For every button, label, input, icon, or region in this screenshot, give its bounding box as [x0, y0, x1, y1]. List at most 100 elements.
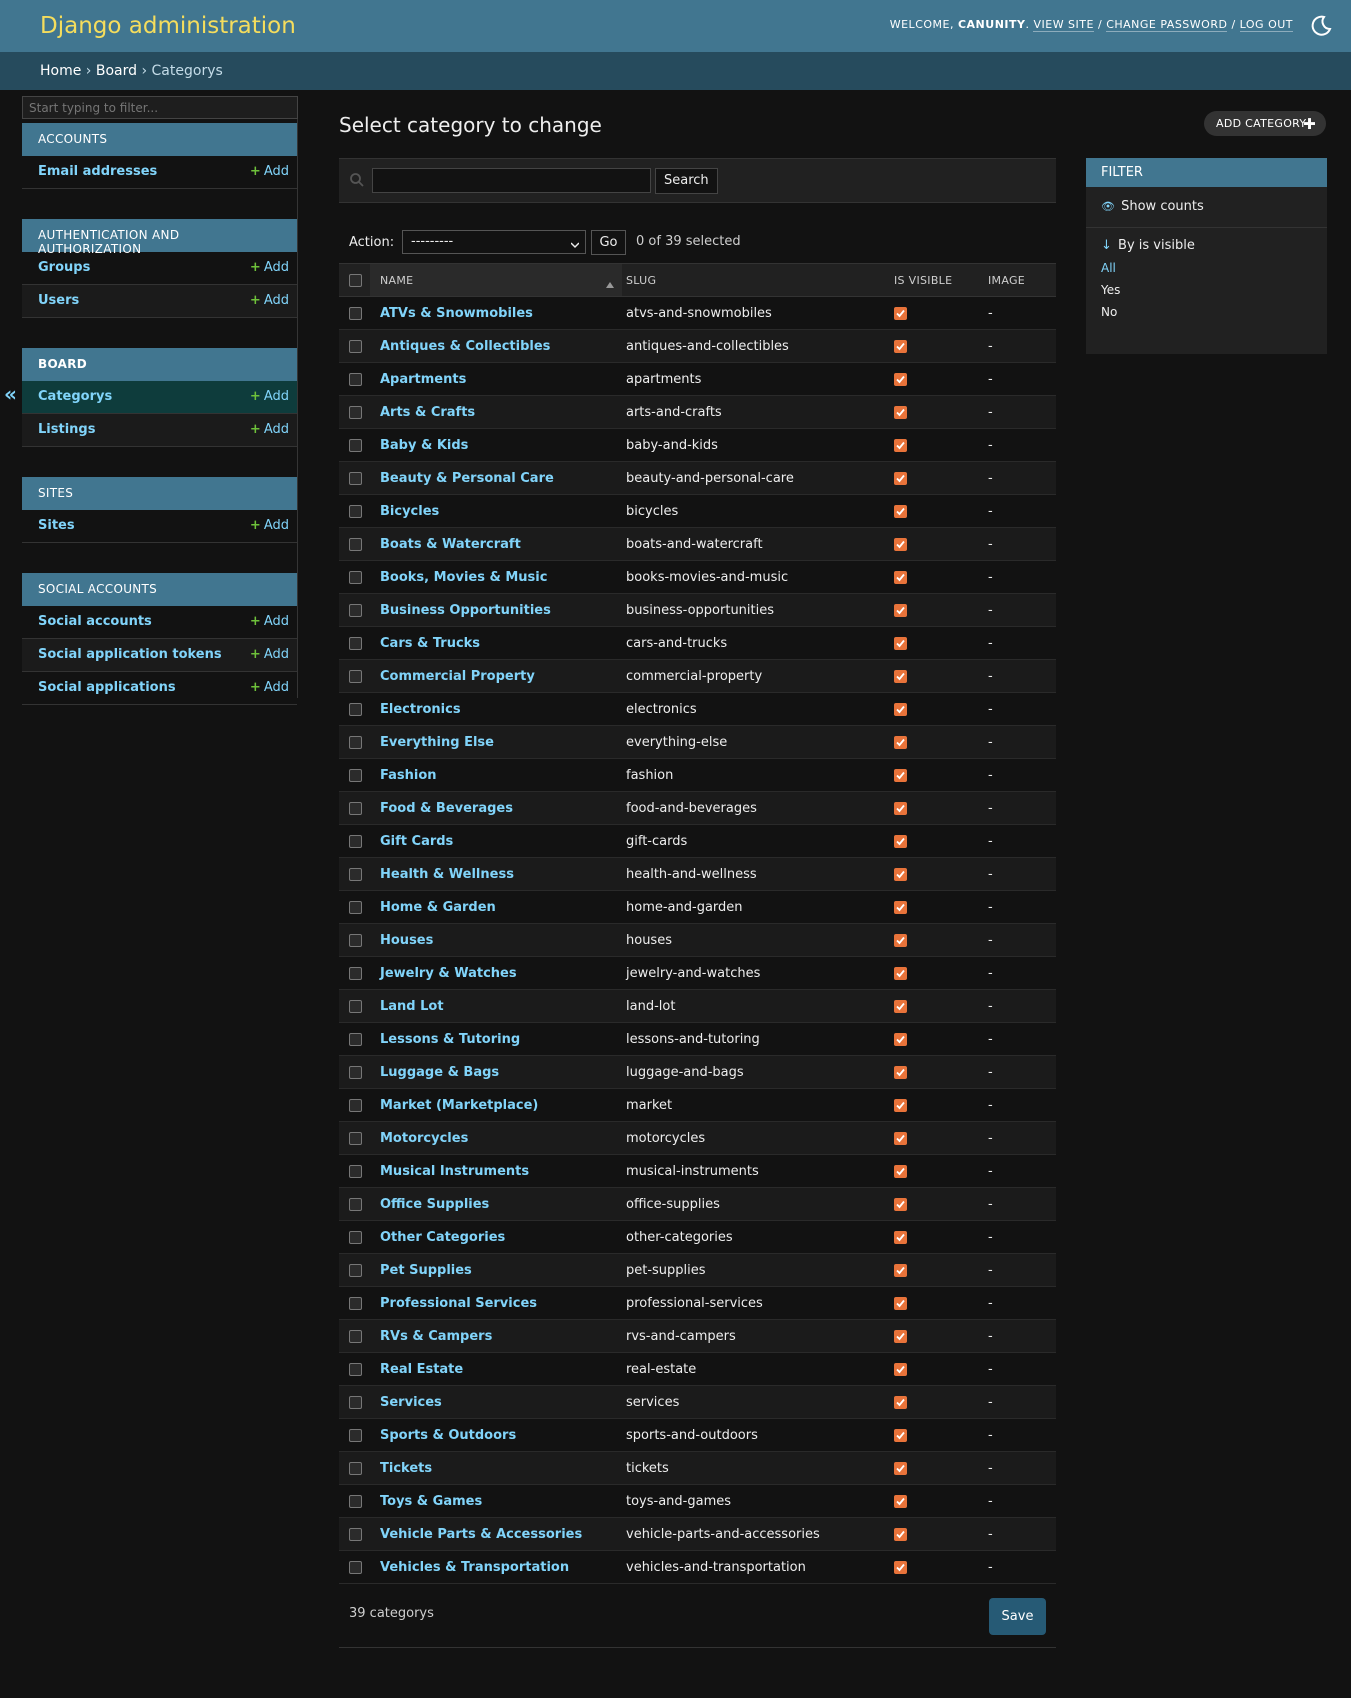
row-checkbox[interactable] [349, 1395, 362, 1409]
is-visible-checkbox[interactable] [894, 999, 907, 1013]
is-visible-checkbox[interactable] [894, 504, 907, 518]
sidebar-item-label[interactable]: Social applications [38, 680, 176, 695]
row-checkbox[interactable] [349, 471, 362, 485]
sidebar-item-label[interactable]: Listings [38, 422, 95, 437]
row-checkbox[interactable] [349, 603, 362, 617]
row-checkbox[interactable] [349, 966, 362, 980]
category-name-link[interactable]: Commercial Property [380, 669, 535, 684]
is-visible-checkbox[interactable] [894, 1428, 907, 1442]
filter-choice-link[interactable]: No [1101, 305, 1117, 319]
add-category-sidebar-button[interactable]: + Add [250, 389, 289, 404]
row-checkbox[interactable] [349, 1329, 362, 1343]
row-checkbox[interactable] [349, 1362, 362, 1376]
row-checkbox[interactable] [349, 900, 362, 914]
save-button[interactable]: Save [989, 1598, 1046, 1635]
category-name-link[interactable]: Pet Supplies [380, 1263, 472, 1278]
category-name-link[interactable]: Houses [380, 933, 433, 948]
row-checkbox[interactable] [349, 867, 362, 881]
row-checkbox[interactable] [349, 1461, 362, 1475]
is-visible-checkbox[interactable] [894, 339, 907, 353]
column-header-is-visible[interactable]: Is visible [884, 263, 981, 297]
row-checkbox[interactable] [349, 669, 362, 683]
app-caption-auth[interactable]: Authentication and Authorization [22, 219, 297, 256]
is-visible-checkbox[interactable] [894, 1032, 907, 1046]
is-visible-checkbox[interactable] [894, 834, 907, 848]
sidebar-item-label[interactable]: Social application tokens [38, 647, 222, 662]
is-visible-checkbox[interactable] [894, 735, 907, 749]
show-counts-link[interactable]: 👁 Show counts [1086, 187, 1327, 228]
category-name-link[interactable]: Health & Wellness [380, 867, 514, 882]
category-name-link[interactable]: Arts & Crafts [380, 405, 475, 420]
category-name-link[interactable]: Everything Else [380, 735, 494, 750]
is-visible-checkbox[interactable] [894, 1560, 907, 1574]
breadcrumb-board[interactable]: Board [96, 63, 137, 79]
row-checkbox[interactable] [349, 1230, 362, 1244]
category-name-link[interactable]: Baby & Kids [380, 438, 468, 453]
is-visible-checkbox[interactable] [894, 1527, 907, 1541]
row-checkbox[interactable] [349, 1494, 362, 1508]
row-checkbox[interactable] [349, 1263, 362, 1277]
row-checkbox[interactable] [349, 1065, 362, 1079]
category-name-link[interactable]: Apartments [380, 372, 466, 387]
is-visible-checkbox[interactable] [894, 1131, 907, 1145]
category-name-link[interactable]: Musical Instruments [380, 1164, 529, 1179]
add-site-button[interactable]: + Add [250, 518, 289, 533]
row-checkbox[interactable] [349, 306, 362, 320]
is-visible-checkbox[interactable] [894, 1098, 907, 1112]
site-name[interactable]: Django administration [40, 13, 296, 39]
is-visible-checkbox[interactable] [894, 1263, 907, 1277]
sidebar-collapse-icon[interactable]: « [4, 382, 17, 406]
row-checkbox[interactable] [349, 768, 362, 782]
row-checkbox[interactable] [349, 504, 362, 518]
row-checkbox[interactable] [349, 801, 362, 815]
category-name-link[interactable]: Business Opportunities [380, 603, 551, 618]
column-header-slug[interactable]: Slug [622, 263, 884, 297]
row-checkbox[interactable] [349, 438, 362, 452]
is-visible-checkbox[interactable] [894, 1164, 907, 1178]
app-caption-social[interactable]: Social Accounts [22, 573, 297, 606]
is-visible-checkbox[interactable] [894, 867, 907, 881]
category-name-link[interactable]: Fashion [380, 768, 437, 783]
is-visible-checkbox[interactable] [894, 471, 907, 485]
filter-choice-link[interactable]: All [1101, 261, 1116, 275]
category-name-link[interactable]: Sports & Outdoors [380, 1428, 516, 1443]
row-checkbox[interactable] [349, 1560, 362, 1574]
sort-ascending-icon[interactable] [606, 278, 614, 288]
row-checkbox[interactable] [349, 1527, 362, 1541]
sidebar-item-label[interactable]: Groups [38, 260, 90, 275]
row-checkbox[interactable] [349, 933, 362, 947]
row-checkbox[interactable] [349, 1164, 362, 1178]
filter-choice-link[interactable]: Yes [1101, 283, 1120, 297]
category-name-link[interactable]: Electronics [380, 702, 461, 717]
category-name-link[interactable]: Luggage & Bags [380, 1065, 499, 1080]
category-name-link[interactable]: Home & Garden [380, 900, 496, 915]
add-category-button[interactable]: Add category ✚ [1204, 111, 1326, 136]
row-checkbox[interactable] [349, 537, 362, 551]
category-name-link[interactable]: Gift Cards [380, 834, 453, 849]
is-visible-checkbox[interactable] [894, 636, 907, 650]
row-checkbox[interactable] [349, 1131, 362, 1145]
category-name-link[interactable]: Bicycles [380, 504, 439, 519]
is-visible-checkbox[interactable] [894, 306, 907, 320]
is-visible-checkbox[interactable] [894, 1395, 907, 1409]
is-visible-checkbox[interactable] [894, 801, 907, 815]
add-email-address-button[interactable]: + Add [250, 164, 289, 179]
category-name-link[interactable]: Vehicle Parts & Accessories [380, 1527, 582, 1542]
moon-icon[interactable] [1309, 14, 1333, 38]
row-checkbox[interactable] [349, 834, 362, 848]
add-social-application-button[interactable]: + Add [250, 680, 289, 695]
add-social-token-button[interactable]: + Add [250, 647, 289, 662]
category-name-link[interactable]: Lessons & Tutoring [380, 1032, 520, 1047]
app-caption-sites[interactable]: Sites [22, 477, 297, 510]
category-name-link[interactable]: Professional Services [380, 1296, 537, 1311]
is-visible-checkbox[interactable] [894, 768, 907, 782]
is-visible-checkbox[interactable] [894, 1296, 907, 1310]
is-visible-checkbox[interactable] [894, 438, 907, 452]
go-button[interactable]: Go [591, 230, 626, 255]
row-checkbox[interactable] [349, 1197, 362, 1211]
is-visible-checkbox[interactable] [894, 1329, 907, 1343]
is-visible-checkbox[interactable] [894, 933, 907, 947]
is-visible-checkbox[interactable] [894, 405, 907, 419]
add-group-button[interactable]: + Add [250, 260, 289, 275]
row-checkbox[interactable] [349, 735, 362, 749]
